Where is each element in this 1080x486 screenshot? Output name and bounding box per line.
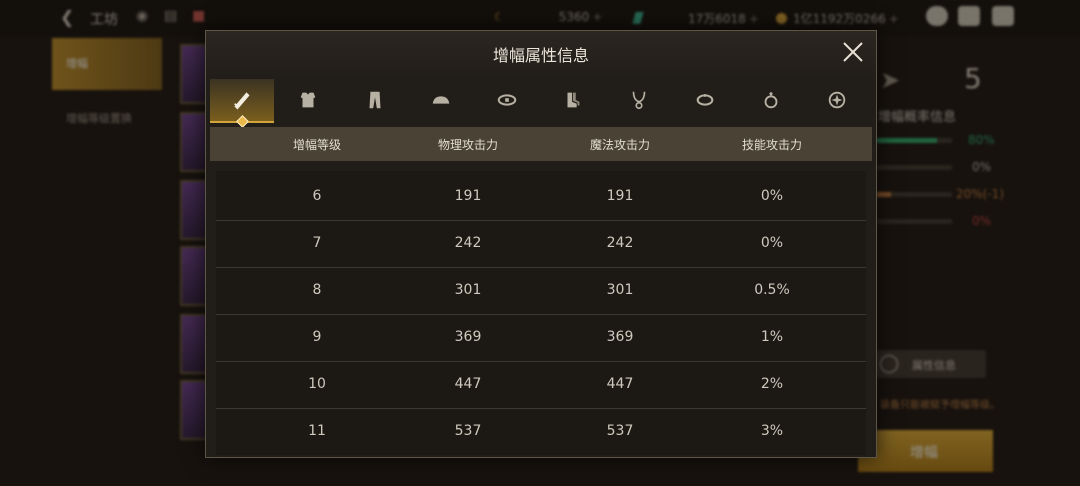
ring-icon	[764, 91, 778, 109]
modal-title: 增幅属性信息	[492, 46, 589, 65]
cell-magic-attack: 537	[606, 423, 634, 439]
column-header: 增幅等级	[292, 138, 341, 152]
selected-marker-icon	[236, 115, 249, 128]
table-row: 6 191 191 0%	[216, 173, 866, 221]
rate-info-label: 增幅概率信息	[878, 110, 957, 125]
column-header: 物理攻击力	[437, 138, 498, 152]
add-moon-coin-button[interactable]: +	[592, 10, 602, 24]
column-header: 技能攻击力	[741, 138, 802, 152]
tab-shoulder[interactable]	[409, 79, 473, 121]
cell-magic-attack: 301	[606, 282, 634, 298]
column-header: 魔法攻击力	[589, 138, 650, 152]
necklace-icon	[632, 91, 646, 110]
attribute-info-button[interactable]: 属性信息	[872, 350, 986, 378]
chat-icon[interactable]	[992, 6, 1014, 26]
back-arrow-icon[interactable]: ❮	[60, 8, 74, 28]
target-level: 5	[964, 62, 982, 95]
tab-chest[interactable]	[276, 79, 340, 121]
tab-weapon[interactable]	[210, 79, 274, 128]
tab-belt[interactable]	[475, 79, 539, 121]
nav-item-label: 增幅	[66, 57, 88, 70]
tab-ring[interactable]	[739, 79, 803, 121]
rate-bar	[876, 219, 952, 224]
cell-level: 9	[312, 329, 322, 345]
shoulder-icon	[432, 96, 450, 104]
cell-physical-attack: 537	[454, 423, 482, 439]
belt-icon	[497, 94, 517, 106]
sword-icon	[234, 92, 250, 110]
add-gold-button[interactable]: +	[889, 12, 899, 26]
cell-level: 8	[312, 282, 322, 298]
mail-icon[interactable]	[958, 6, 980, 26]
cell-physical-attack: 447	[454, 376, 482, 392]
resource-gold: 1亿1192万0266 +	[776, 10, 899, 27]
cell-level: 10	[308, 376, 326, 392]
cell-skill-attack: 0%	[760, 188, 784, 204]
cell-skill-attack: 3%	[760, 423, 784, 439]
cell-skill-attack: 0%	[760, 235, 784, 251]
rate-bar	[876, 165, 952, 170]
book-icon[interactable]: ▤	[164, 8, 177, 24]
nav-item-amplify-exchange[interactable]: 增幅等级置换	[66, 110, 132, 126]
hint-text: 装备只能被赋予增幅等级。	[880, 400, 1000, 411]
tab-special-gear[interactable]	[805, 79, 869, 121]
amplify-button[interactable]: 增幅	[858, 430, 993, 472]
page-title: 工坊	[90, 12, 118, 28]
cell-physical-attack: 242	[454, 235, 482, 251]
cell-skill-attack: 0.5%	[754, 282, 790, 298]
arrow-right-icon: ➤	[880, 66, 901, 94]
cell-physical-attack: 301	[454, 282, 482, 298]
cell-skill-attack: 2%	[760, 376, 784, 392]
rate-value: 80%	[968, 133, 995, 147]
table-row: 8 301 301 0.5%	[216, 267, 866, 315]
modal-header: 增幅属性信息	[206, 31, 876, 75]
cell-skill-attack: 1%	[760, 329, 784, 345]
cell-level: 6	[312, 188, 322, 204]
tab-bracelet[interactable]	[673, 79, 737, 121]
tab-pants[interactable]	[343, 79, 407, 121]
attribute-table-body[interactable]: 6 191 191 0% 7 242 242 0% 8 301 301 0.5%…	[216, 171, 866, 455]
cell-magic-attack: 191	[606, 188, 634, 204]
pants-icon	[369, 91, 381, 109]
table-row: 11 537 537 3%	[216, 408, 866, 455]
tab-boots[interactable]	[541, 79, 605, 121]
rate-value: 0%	[972, 214, 992, 228]
bag-icon[interactable]	[926, 6, 948, 26]
bracelet-icon	[696, 93, 714, 106]
close-icon	[843, 42, 863, 62]
cell-magic-attack: 242	[606, 235, 634, 251]
help-icon	[880, 355, 898, 373]
gold-coin-icon	[776, 13, 787, 24]
special-gear-icon	[828, 91, 846, 109]
eye-icon[interactable]: ◉	[136, 8, 148, 24]
rate-value: 20%(-1)	[956, 187, 1004, 201]
equipment-slot-tabs	[210, 79, 872, 128]
table-row: 10 447 447 2%	[216, 361, 866, 409]
cell-magic-attack: 369	[606, 329, 634, 345]
table-row: 9 369 369 1%	[216, 314, 866, 362]
cell-physical-attack: 369	[454, 329, 482, 345]
shop-icon[interactable]: ■	[192, 8, 205, 24]
tab-necklace[interactable]	[607, 79, 671, 121]
cell-magic-attack: 447	[606, 376, 634, 392]
nav-item-amplify[interactable]: 增幅	[52, 38, 162, 90]
cell-physical-attack: 191	[454, 188, 482, 204]
resource-gem: 17万6018 +	[632, 10, 759, 27]
table-row: 7 242 242 0%	[216, 220, 866, 268]
rate-value: 0%	[972, 160, 992, 174]
resource-moon-coin: ☾ 5360 +	[494, 10, 603, 24]
amplify-attribute-modal: 增幅属性信息 增幅等级 物理攻击力 魔法攻击力 技能攻击力 6 191 191 …	[205, 30, 877, 458]
close-button[interactable]	[840, 39, 866, 65]
table-header: 增幅等级 物理攻击力 魔法攻击力 技能攻击力	[210, 127, 872, 161]
rate-bar	[876, 138, 952, 143]
chest-armor-icon	[300, 92, 316, 108]
rate-bar	[876, 192, 952, 197]
boots-icon	[567, 92, 580, 108]
moon-coin-icon: ☾	[494, 10, 505, 24]
add-gem-button[interactable]: +	[749, 12, 759, 26]
cell-level: 7	[312, 235, 322, 251]
cell-level: 11	[308, 423, 326, 439]
gem-icon	[632, 12, 644, 24]
